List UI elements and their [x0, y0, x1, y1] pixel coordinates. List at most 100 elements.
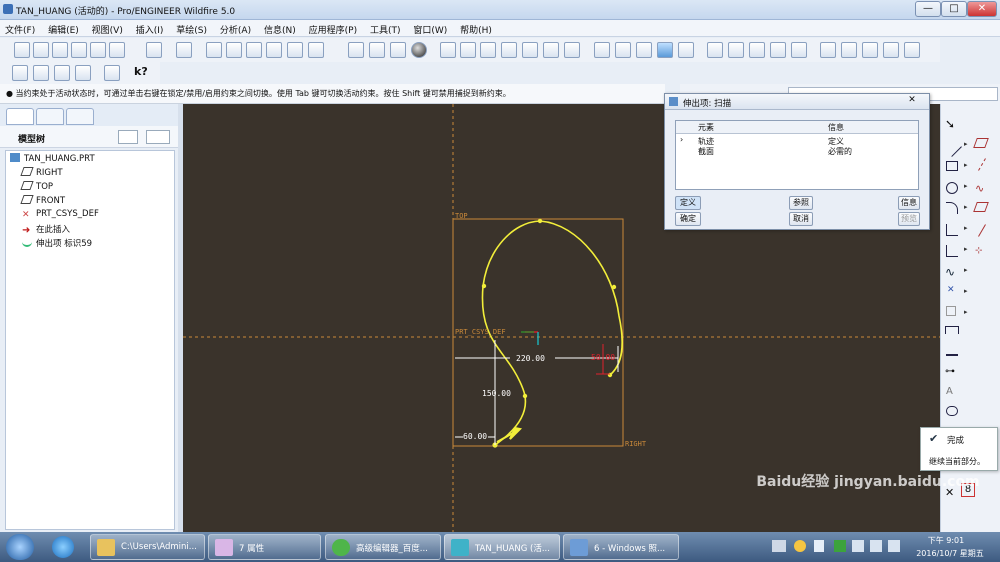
clock-date[interactable]: 2016/10/7 星期五 — [910, 548, 990, 559]
new-file-icon[interactable] — [14, 42, 30, 58]
refs-button[interactable]: 参照 — [789, 196, 813, 210]
datum-axis-tool-icon[interactable] — [841, 42, 857, 58]
menu-sketch[interactable]: 草绘(S) — [171, 20, 212, 36]
layers-icon[interactable] — [543, 42, 559, 58]
define-button[interactable]: 定义 — [675, 196, 701, 210]
tray-app-icon[interactable] — [794, 540, 806, 552]
datum-axis-display-icon[interactable] — [728, 42, 744, 58]
sketch-view-icon[interactable] — [348, 42, 364, 58]
saved-views-icon[interactable] — [522, 42, 538, 58]
start-button[interactable] — [6, 534, 34, 560]
tray-network-icon[interactable] — [870, 540, 882, 552]
minimize-button[interactable]: — — [915, 1, 941, 17]
menu-insert[interactable]: 插入(I) — [131, 20, 169, 36]
enhanced-realism-icon[interactable] — [678, 42, 694, 58]
tab-folder-browser[interactable] — [36, 108, 64, 125]
taskbar-item-editor[interactable]: 高级编辑器_百度... — [325, 534, 441, 560]
tree-item-top[interactable]: TOP — [20, 181, 53, 195]
modify-tool-icon[interactable] — [946, 346, 958, 356]
shaded-icon[interactable] — [657, 42, 673, 58]
context-help-icon[interactable]: k? — [134, 65, 148, 78]
csys-tool-icon[interactable] — [883, 42, 899, 58]
ok-button[interactable]: 确定 — [675, 212, 701, 226]
coordinate-tool-icon[interactable]: ⊹ — [975, 246, 983, 256]
select-filter-icon[interactable] — [54, 65, 70, 81]
text-tool-icon[interactable]: A — [946, 386, 953, 397]
view-manager-icon[interactable] — [564, 42, 580, 58]
taskbar-item-photos[interactable]: 6 - Windows 照... — [563, 534, 679, 560]
centerline-tool-icon[interactable] — [978, 158, 986, 171]
tray-green-icon[interactable] — [834, 540, 846, 552]
no-hidden-icon[interactable] — [636, 42, 652, 58]
done-label[interactable]: 完成 — [947, 434, 964, 446]
shading-icon[interactable] — [411, 42, 427, 58]
tray-volume-icon[interactable] — [888, 540, 900, 552]
dimension-tool-icon[interactable] — [945, 326, 959, 334]
taskbar-item-proe[interactable]: TAN_HUANG (活... — [444, 534, 560, 560]
zoom-out-icon[interactable] — [460, 42, 476, 58]
print-icon[interactable] — [71, 42, 87, 58]
element-row[interactable]: 截面 必需的 — [676, 146, 918, 157]
taskbar-item-properties[interactable]: 7 属性 — [208, 534, 321, 560]
rectangle-tool-icon[interactable] — [946, 161, 958, 171]
menu-view[interactable]: 视图(V) — [87, 20, 128, 36]
menu-applications[interactable]: 应用程序(P) — [304, 20, 362, 36]
constraint-tool-icon[interactable]: ⊶ — [945, 366, 955, 377]
menu-tools[interactable]: 工具(T) — [365, 20, 406, 36]
zoom-in-icon[interactable] — [440, 42, 456, 58]
copy-icon[interactable] — [226, 42, 242, 58]
select-box-icon[interactable] — [308, 42, 324, 58]
menu-window[interactable]: 窗口(W) — [408, 20, 452, 36]
preview-button[interactable]: 预览 — [898, 212, 920, 226]
menu-edit[interactable]: 编辑(E) — [43, 20, 84, 36]
sketch-axis-icon[interactable] — [978, 224, 986, 237]
menu-help[interactable]: 帮助(H) — [455, 20, 497, 36]
checkmark-icon[interactable]: ✔ — [929, 432, 938, 445]
redo-icon[interactable] — [176, 42, 192, 58]
cut-icon[interactable] — [206, 42, 222, 58]
vertex-display-icon[interactable] — [369, 42, 385, 58]
wireframe-icon[interactable] — [594, 42, 610, 58]
close-window-button[interactable]: ✕ — [967, 1, 997, 17]
tree-settings-icon[interactable] — [118, 130, 138, 144]
point-tool-icon[interactable]: ✕ — [947, 285, 955, 295]
reorient-icon[interactable] — [501, 42, 517, 58]
grid-icon[interactable] — [12, 65, 28, 81]
offset-tool-icon[interactable] — [946, 306, 956, 316]
line-tool-icon[interactable] — [942, 137, 962, 157]
tree-item-right[interactable]: RIGHT — [20, 167, 63, 181]
constraint-display-icon[interactable] — [390, 42, 406, 58]
arc-tool-icon[interactable] — [946, 202, 958, 214]
circle-tool-icon[interactable] — [946, 182, 958, 194]
undo-icon[interactable] — [146, 42, 162, 58]
menu-analysis[interactable]: 分析(A) — [215, 20, 256, 36]
tab-favorites[interactable] — [66, 108, 94, 125]
tray-flag-icon[interactable] — [852, 540, 864, 552]
tree-item-front[interactable]: FRONT — [20, 195, 65, 209]
info-button[interactable]: 信息 — [898, 196, 920, 210]
grid-snap-icon[interactable] — [33, 65, 49, 81]
menu-info[interactable]: 信息(N) — [259, 20, 301, 36]
tree-item-sweep[interactable]: 伸出项 标识59 — [22, 237, 92, 251]
paste-icon[interactable] — [246, 42, 262, 58]
regenerate-icon[interactable] — [287, 42, 303, 58]
open-file-icon[interactable] — [33, 42, 49, 58]
fillet-tool-icon[interactable] — [946, 224, 958, 236]
taskbar-item-explorer[interactable]: C:\Users\Admini... — [90, 534, 205, 560]
tab-model-tree[interactable] — [6, 108, 34, 125]
refit-icon[interactable] — [480, 42, 496, 58]
csys-display-icon[interactable] — [770, 42, 786, 58]
import-icon[interactable] — [75, 65, 91, 81]
tree-item-part[interactable]: TAN_HUANG.PRT — [10, 153, 95, 167]
datum-plane-display-icon[interactable] — [707, 42, 723, 58]
spline-tool-icon[interactable]: ∿ — [945, 265, 955, 279]
datum-point-tool-icon[interactable] — [862, 42, 878, 58]
email-icon[interactable] — [90, 42, 106, 58]
sketch-diagnostics-icon[interactable] — [104, 65, 120, 81]
ie-icon[interactable] — [52, 536, 74, 558]
tree-item-insert-here[interactable]: ➜ 在此插入 — [22, 223, 70, 237]
paste-special-icon[interactable] — [266, 42, 282, 58]
menu-file[interactable]: 文件(F) — [0, 20, 40, 36]
save-icon[interactable] — [52, 42, 68, 58]
maximize-button[interactable]: □ — [941, 1, 967, 17]
